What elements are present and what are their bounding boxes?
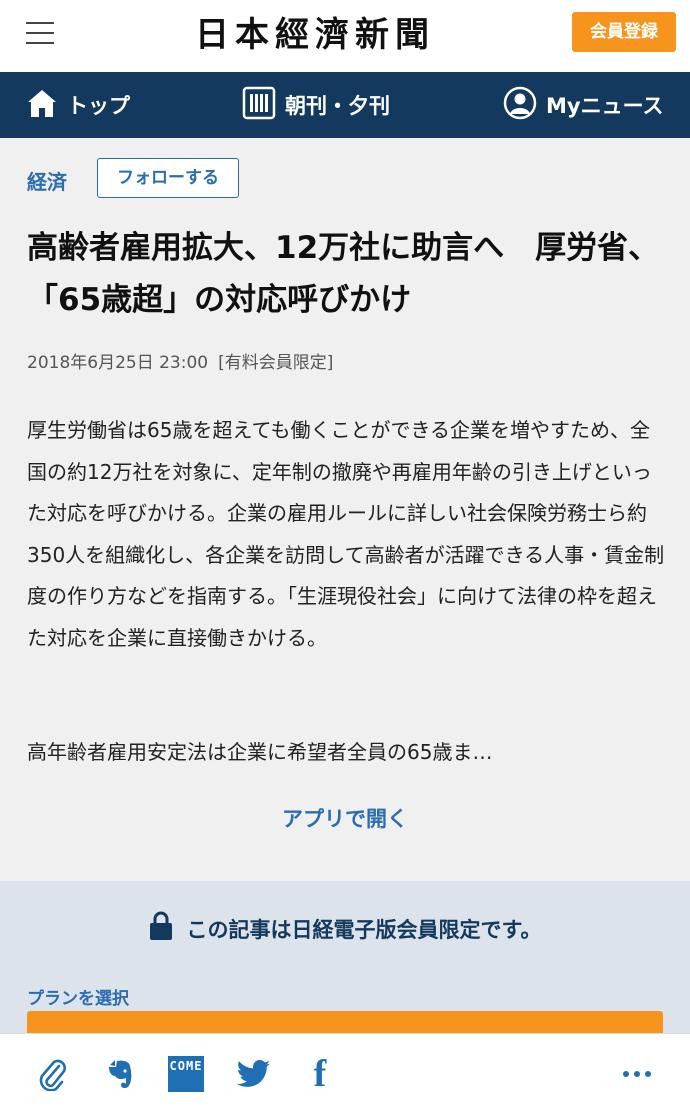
follow-button[interactable]: フォローする	[97, 158, 239, 198]
plan-select-label: プランを選択	[27, 989, 129, 1009]
article-date: 2018年6月25日 23:00	[27, 353, 209, 373]
user-icon	[503, 86, 537, 125]
nikkei-logo[interactable]: 日本經濟新聞	[170, 13, 460, 57]
twitter-icon[interactable]	[236, 1056, 272, 1092]
article-paragraph-2: 高年齢者雇用安定法は企業に希望者全員の65歳ま…	[27, 740, 493, 764]
article-meta: 2018年6月25日 23:00 [有料会員限定]	[27, 348, 333, 373]
paywall-panel: この記事は日経電子版会員限定です。 プランを選択	[0, 881, 690, 1041]
hamburger-menu-icon[interactable]	[26, 20, 54, 46]
category-link[interactable]: 経済	[27, 166, 67, 195]
open-in-app-link: アプリで開く	[0, 803, 690, 833]
top-header: 日本經濟新聞 会員登録	[0, 0, 690, 73]
come-icon-text: COME	[168, 1056, 204, 1092]
article-headline: 高齢者雇用拡大、12万社に助言へ 厚労省、「65歳超」の対応呼びかけ	[27, 230, 660, 318]
nav-item-my-news[interactable]: Myニュース	[503, 72, 664, 138]
nav-item-paper[interactable]: 朝刊・夕刊	[242, 72, 390, 138]
come-icon[interactable]: COME	[168, 1056, 204, 1092]
facebook-icon[interactable]: f	[306, 1053, 334, 1095]
facebook-icon-glyph: f	[313, 1053, 327, 1095]
main-nav: トップ 朝刊・夕刊 Myニュース	[0, 72, 690, 138]
paid-member-badge: [有料会員限定]	[218, 353, 334, 373]
home-icon	[26, 87, 58, 124]
lock-icon	[149, 911, 173, 946]
evernote-icon[interactable]	[103, 1056, 137, 1092]
newspaper-icon	[242, 86, 276, 125]
more-icon[interactable]	[620, 1056, 654, 1092]
open-in-app-label[interactable]: アプリで開く	[282, 807, 408, 831]
share-bar: COME f	[0, 1033, 690, 1113]
nav-item-top[interactable]: トップ	[26, 72, 130, 138]
nav-my-label: Myニュース	[546, 94, 664, 118]
article-paragraph-1: 厚生労働省は65歳を超えても働くことができる企業を増やすため、全国の約12万社を…	[27, 418, 665, 650]
nav-top-label: トップ	[67, 94, 130, 118]
paywall-message: この記事は日経電子版会員限定です。	[0, 911, 690, 946]
nav-paper-label: 朝刊・夕刊	[285, 94, 390, 118]
paperclip-icon[interactable]	[36, 1056, 70, 1092]
paywall-message-text: この記事は日経電子版会員限定です。	[186, 917, 542, 942]
register-button[interactable]: 会員登録	[572, 12, 676, 52]
